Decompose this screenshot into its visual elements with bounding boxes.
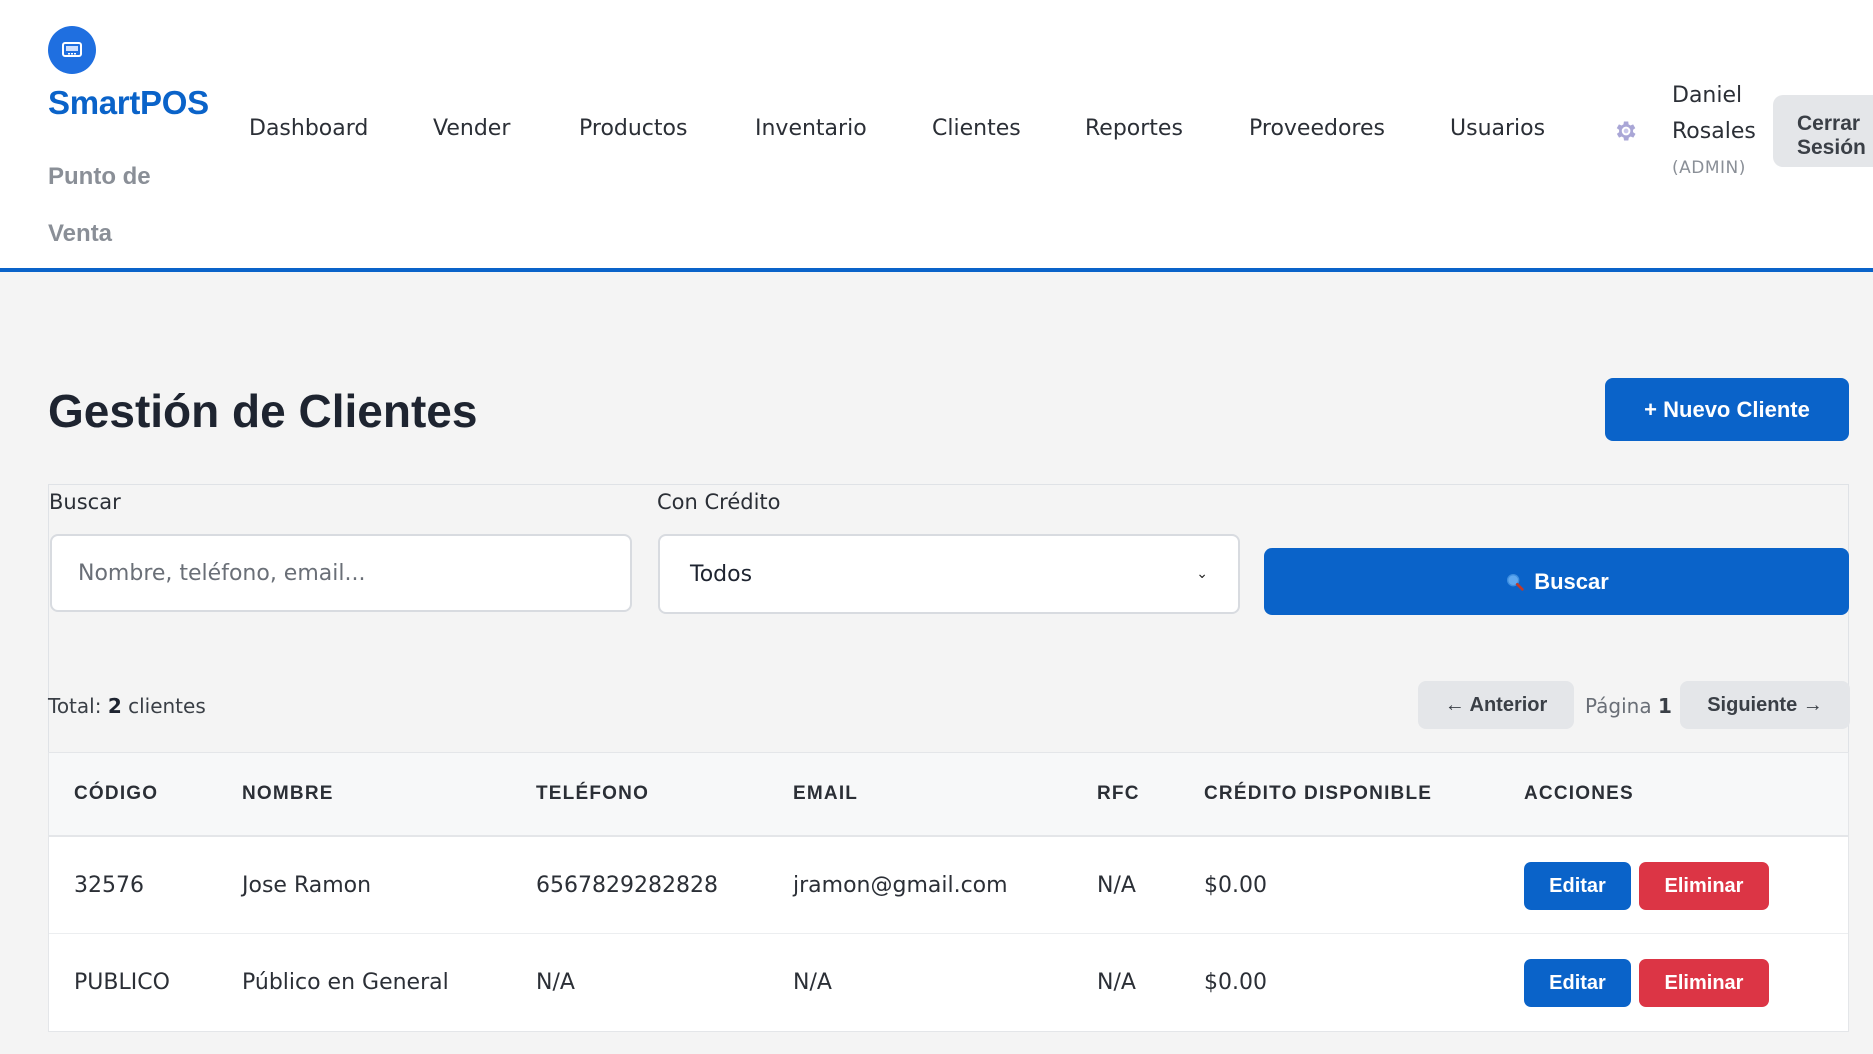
- total-prefix: Total:: [48, 694, 102, 718]
- cell-telefono: N/A: [536, 970, 575, 995]
- cell-email: jramon@gmail.com: [793, 873, 1008, 898]
- cell-email: N/A: [793, 970, 832, 995]
- table-header: CÓDIGO NOMBRE TELÉFONO EMAIL RFC CRÉDITO…: [49, 753, 1848, 837]
- total-count: Total: 2 clientes: [48, 694, 206, 718]
- col-email: EMAIL: [793, 783, 859, 804]
- cell-telefono: 6567829282828: [536, 873, 718, 898]
- cell-rfc: N/A: [1097, 970, 1136, 995]
- magnifier-icon: [1507, 573, 1524, 591]
- top-header: SmartPOS Punto de Venta Dashboard Vender…: [0, 0, 1873, 272]
- search-input[interactable]: [50, 534, 632, 612]
- nav-item-inventario[interactable]: Inventario: [755, 116, 867, 141]
- next-page-button[interactable]: Siguiente →: [1680, 681, 1850, 729]
- brand-name[interactable]: SmartPOS: [48, 84, 209, 122]
- nav-item-reportes[interactable]: Reportes: [1085, 116, 1183, 141]
- col-credito: CRÉDITO DISPONIBLE: [1204, 783, 1433, 804]
- nav-item-dashboard[interactable]: Dashboard: [249, 116, 368, 141]
- chevron-down-icon: ⌄: [1196, 566, 1208, 582]
- gear-icon[interactable]: [1612, 118, 1638, 144]
- page-number: 1: [1657, 694, 1672, 718]
- delete-button[interactable]: Eliminar: [1639, 959, 1769, 1007]
- edit-button[interactable]: Editar: [1524, 959, 1631, 1007]
- nav-item-vender[interactable]: Vender: [433, 116, 510, 141]
- nav-item-usuarios[interactable]: Usuarios: [1450, 116, 1545, 141]
- nav-item-proveedores[interactable]: Proveedores: [1249, 116, 1385, 141]
- cell-credito: $0.00: [1204, 873, 1267, 898]
- brand-subtitle: Punto de Venta: [48, 163, 151, 247]
- prev-page-button[interactable]: ← Anterior: [1418, 681, 1574, 729]
- cell-nombre: Jose Ramon: [242, 873, 372, 898]
- col-acciones: ACCIONES: [1524, 783, 1634, 804]
- col-rfc: RFC: [1097, 783, 1140, 804]
- search-label: Buscar: [49, 490, 121, 514]
- delete-button[interactable]: Eliminar: [1639, 862, 1769, 910]
- credit-filter-value: Todos: [690, 561, 753, 587]
- table-row: 32576 Jose Ramon 6567829282828 jramon@gm…: [49, 837, 1848, 934]
- credit-filter-label: Con Crédito: [657, 490, 781, 514]
- cell-codigo: 32576: [74, 873, 144, 898]
- cell-credito: $0.00: [1204, 970, 1267, 995]
- pos-terminal-icon[interactable]: [48, 26, 96, 74]
- cell-nombre: Público en General: [242, 970, 449, 995]
- clients-table: CÓDIGO NOMBRE TELÉFONO EMAIL RFC CRÉDITO…: [48, 752, 1849, 1032]
- credit-filter-select[interactable]: Todos ⌄: [658, 534, 1240, 614]
- cell-rfc: N/A: [1097, 873, 1136, 898]
- logout-button[interactable]: Cerrar Sesión: [1773, 95, 1873, 167]
- col-telefono: TELÉFONO: [536, 783, 650, 804]
- new-client-button[interactable]: + Nuevo Cliente: [1605, 378, 1849, 441]
- col-codigo: CÓDIGO: [74, 783, 159, 804]
- nav-item-productos[interactable]: Productos: [579, 116, 687, 141]
- cell-codigo: PUBLICO: [74, 970, 170, 995]
- user-role: (ADMIN): [1672, 158, 1746, 178]
- total-suffix: clientes: [128, 694, 206, 718]
- table-row: PUBLICO Público en General N/A N/A N/A $…: [49, 934, 1848, 1031]
- page-indicator: Página 1: [1585, 694, 1672, 718]
- page-label: Página: [1585, 694, 1652, 718]
- nav-item-clientes[interactable]: Clientes: [932, 116, 1021, 141]
- col-nombre: NOMBRE: [242, 783, 334, 804]
- user-name: Daniel Rosales: [1672, 83, 1756, 144]
- edit-button[interactable]: Editar: [1524, 862, 1631, 910]
- page-title: Gestión de Clientes: [48, 385, 478, 437]
- total-number: 2: [107, 694, 122, 718]
- search-button-label: Buscar: [1534, 568, 1609, 594]
- search-button[interactable]: Buscar: [1264, 548, 1849, 615]
